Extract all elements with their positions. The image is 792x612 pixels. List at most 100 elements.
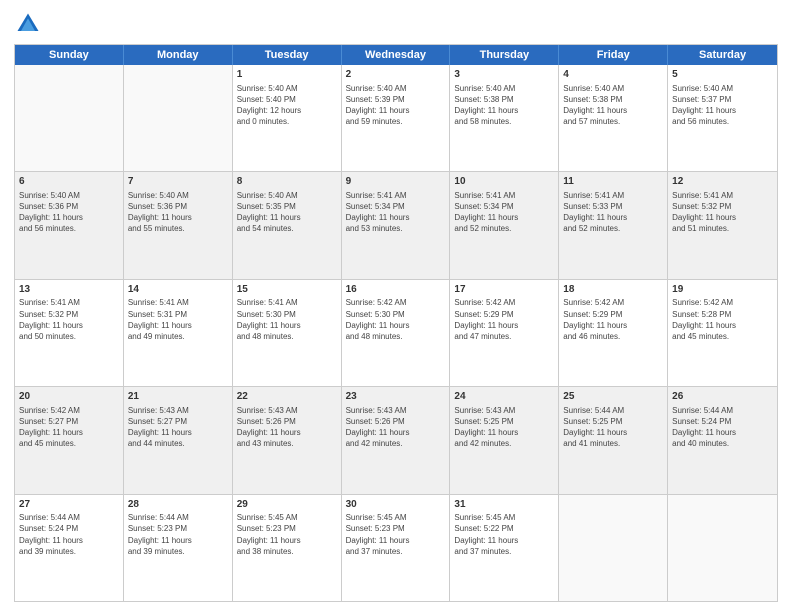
cell-info: Sunrise: 5:40 AM Sunset: 5:35 PM Dayligh… bbox=[237, 190, 337, 235]
cal-cell: 12Sunrise: 5:41 AM Sunset: 5:32 PM Dayli… bbox=[668, 172, 777, 278]
day-number: 6 bbox=[19, 175, 119, 189]
cal-cell: 27Sunrise: 5:44 AM Sunset: 5:24 PM Dayli… bbox=[15, 495, 124, 601]
cell-info: Sunrise: 5:42 AM Sunset: 5:30 PM Dayligh… bbox=[346, 297, 446, 342]
day-number: 21 bbox=[128, 390, 228, 404]
cal-cell: 20Sunrise: 5:42 AM Sunset: 5:27 PM Dayli… bbox=[15, 387, 124, 493]
cell-info: Sunrise: 5:40 AM Sunset: 5:38 PM Dayligh… bbox=[563, 83, 663, 128]
cell-info: Sunrise: 5:41 AM Sunset: 5:34 PM Dayligh… bbox=[454, 190, 554, 235]
cell-info: Sunrise: 5:40 AM Sunset: 5:39 PM Dayligh… bbox=[346, 83, 446, 128]
cal-cell: 21Sunrise: 5:43 AM Sunset: 5:27 PM Dayli… bbox=[124, 387, 233, 493]
cal-cell: 16Sunrise: 5:42 AM Sunset: 5:30 PM Dayli… bbox=[342, 280, 451, 386]
cal-cell: 15Sunrise: 5:41 AM Sunset: 5:30 PM Dayli… bbox=[233, 280, 342, 386]
cell-info: Sunrise: 5:40 AM Sunset: 5:40 PM Dayligh… bbox=[237, 83, 337, 128]
cal-cell: 29Sunrise: 5:45 AM Sunset: 5:23 PM Dayli… bbox=[233, 495, 342, 601]
cal-cell: 31Sunrise: 5:45 AM Sunset: 5:22 PM Dayli… bbox=[450, 495, 559, 601]
cal-cell: 11Sunrise: 5:41 AM Sunset: 5:33 PM Dayli… bbox=[559, 172, 668, 278]
cal-cell: 24Sunrise: 5:43 AM Sunset: 5:25 PM Dayli… bbox=[450, 387, 559, 493]
day-number: 31 bbox=[454, 498, 554, 512]
cal-header-monday: Monday bbox=[124, 45, 233, 65]
cal-cell: 10Sunrise: 5:41 AM Sunset: 5:34 PM Dayli… bbox=[450, 172, 559, 278]
logo bbox=[14, 10, 46, 38]
cal-header-sunday: Sunday bbox=[15, 45, 124, 65]
cell-info: Sunrise: 5:43 AM Sunset: 5:27 PM Dayligh… bbox=[128, 405, 228, 450]
cal-cell: 2Sunrise: 5:40 AM Sunset: 5:39 PM Daylig… bbox=[342, 65, 451, 171]
cal-row-3: 20Sunrise: 5:42 AM Sunset: 5:27 PM Dayli… bbox=[15, 386, 777, 493]
day-number: 27 bbox=[19, 498, 119, 512]
day-number: 10 bbox=[454, 175, 554, 189]
day-number: 4 bbox=[563, 68, 663, 82]
day-number: 18 bbox=[563, 283, 663, 297]
header bbox=[14, 10, 778, 38]
cell-info: Sunrise: 5:42 AM Sunset: 5:28 PM Dayligh… bbox=[672, 297, 773, 342]
day-number: 24 bbox=[454, 390, 554, 404]
cal-cell: 5Sunrise: 5:40 AM Sunset: 5:37 PM Daylig… bbox=[668, 65, 777, 171]
cal-cell: 7Sunrise: 5:40 AM Sunset: 5:36 PM Daylig… bbox=[124, 172, 233, 278]
day-number: 5 bbox=[672, 68, 773, 82]
cal-cell: 4Sunrise: 5:40 AM Sunset: 5:38 PM Daylig… bbox=[559, 65, 668, 171]
cell-info: Sunrise: 5:44 AM Sunset: 5:24 PM Dayligh… bbox=[19, 512, 119, 557]
cal-cell: 3Sunrise: 5:40 AM Sunset: 5:38 PM Daylig… bbox=[450, 65, 559, 171]
cell-info: Sunrise: 5:44 AM Sunset: 5:25 PM Dayligh… bbox=[563, 405, 663, 450]
cal-header-thursday: Thursday bbox=[450, 45, 559, 65]
cal-cell: 14Sunrise: 5:41 AM Sunset: 5:31 PM Dayli… bbox=[124, 280, 233, 386]
day-number: 12 bbox=[672, 175, 773, 189]
day-number: 9 bbox=[346, 175, 446, 189]
day-number: 15 bbox=[237, 283, 337, 297]
cell-info: Sunrise: 5:41 AM Sunset: 5:32 PM Dayligh… bbox=[19, 297, 119, 342]
cell-info: Sunrise: 5:42 AM Sunset: 5:29 PM Dayligh… bbox=[563, 297, 663, 342]
cal-cell: 30Sunrise: 5:45 AM Sunset: 5:23 PM Dayli… bbox=[342, 495, 451, 601]
cal-cell: 6Sunrise: 5:40 AM Sunset: 5:36 PM Daylig… bbox=[15, 172, 124, 278]
day-number: 8 bbox=[237, 175, 337, 189]
cell-info: Sunrise: 5:41 AM Sunset: 5:34 PM Dayligh… bbox=[346, 190, 446, 235]
logo-icon bbox=[14, 10, 42, 38]
cell-info: Sunrise: 5:41 AM Sunset: 5:33 PM Dayligh… bbox=[563, 190, 663, 235]
cell-info: Sunrise: 5:42 AM Sunset: 5:29 PM Dayligh… bbox=[454, 297, 554, 342]
page: SundayMondayTuesdayWednesdayThursdayFrid… bbox=[0, 0, 792, 612]
cal-header-tuesday: Tuesday bbox=[233, 45, 342, 65]
day-number: 1 bbox=[237, 68, 337, 82]
cal-row-0: 1Sunrise: 5:40 AM Sunset: 5:40 PM Daylig… bbox=[15, 65, 777, 171]
cal-cell: 9Sunrise: 5:41 AM Sunset: 5:34 PM Daylig… bbox=[342, 172, 451, 278]
cell-info: Sunrise: 5:44 AM Sunset: 5:23 PM Dayligh… bbox=[128, 512, 228, 557]
cal-cell: 26Sunrise: 5:44 AM Sunset: 5:24 PM Dayli… bbox=[668, 387, 777, 493]
cell-info: Sunrise: 5:45 AM Sunset: 5:22 PM Dayligh… bbox=[454, 512, 554, 557]
cell-info: Sunrise: 5:40 AM Sunset: 5:37 PM Dayligh… bbox=[672, 83, 773, 128]
day-number: 14 bbox=[128, 283, 228, 297]
cal-header-saturday: Saturday bbox=[668, 45, 777, 65]
day-number: 19 bbox=[672, 283, 773, 297]
day-number: 29 bbox=[237, 498, 337, 512]
cal-row-1: 6Sunrise: 5:40 AM Sunset: 5:36 PM Daylig… bbox=[15, 171, 777, 278]
cell-info: Sunrise: 5:43 AM Sunset: 5:25 PM Dayligh… bbox=[454, 405, 554, 450]
cal-cell bbox=[559, 495, 668, 601]
cal-cell: 23Sunrise: 5:43 AM Sunset: 5:26 PM Dayli… bbox=[342, 387, 451, 493]
cell-info: Sunrise: 5:45 AM Sunset: 5:23 PM Dayligh… bbox=[237, 512, 337, 557]
day-number: 23 bbox=[346, 390, 446, 404]
day-number: 17 bbox=[454, 283, 554, 297]
cal-cell: 22Sunrise: 5:43 AM Sunset: 5:26 PM Dayli… bbox=[233, 387, 342, 493]
cal-row-4: 27Sunrise: 5:44 AM Sunset: 5:24 PM Dayli… bbox=[15, 494, 777, 601]
cal-cell: 18Sunrise: 5:42 AM Sunset: 5:29 PM Dayli… bbox=[559, 280, 668, 386]
cal-cell bbox=[15, 65, 124, 171]
cal-cell: 13Sunrise: 5:41 AM Sunset: 5:32 PM Dayli… bbox=[15, 280, 124, 386]
day-number: 26 bbox=[672, 390, 773, 404]
cell-info: Sunrise: 5:41 AM Sunset: 5:31 PM Dayligh… bbox=[128, 297, 228, 342]
cell-info: Sunrise: 5:41 AM Sunset: 5:32 PM Dayligh… bbox=[672, 190, 773, 235]
cal-header-wednesday: Wednesday bbox=[342, 45, 451, 65]
day-number: 25 bbox=[563, 390, 663, 404]
cell-info: Sunrise: 5:40 AM Sunset: 5:38 PM Dayligh… bbox=[454, 83, 554, 128]
day-number: 7 bbox=[128, 175, 228, 189]
cal-cell: 8Sunrise: 5:40 AM Sunset: 5:35 PM Daylig… bbox=[233, 172, 342, 278]
day-number: 11 bbox=[563, 175, 663, 189]
cal-cell: 17Sunrise: 5:42 AM Sunset: 5:29 PM Dayli… bbox=[450, 280, 559, 386]
cal-cell: 28Sunrise: 5:44 AM Sunset: 5:23 PM Dayli… bbox=[124, 495, 233, 601]
cal-header-friday: Friday bbox=[559, 45, 668, 65]
cell-info: Sunrise: 5:45 AM Sunset: 5:23 PM Dayligh… bbox=[346, 512, 446, 557]
cal-row-2: 13Sunrise: 5:41 AM Sunset: 5:32 PM Dayli… bbox=[15, 279, 777, 386]
day-number: 13 bbox=[19, 283, 119, 297]
day-number: 3 bbox=[454, 68, 554, 82]
cal-cell bbox=[668, 495, 777, 601]
cal-cell: 25Sunrise: 5:44 AM Sunset: 5:25 PM Dayli… bbox=[559, 387, 668, 493]
cell-info: Sunrise: 5:40 AM Sunset: 5:36 PM Dayligh… bbox=[19, 190, 119, 235]
day-number: 30 bbox=[346, 498, 446, 512]
cal-cell bbox=[124, 65, 233, 171]
